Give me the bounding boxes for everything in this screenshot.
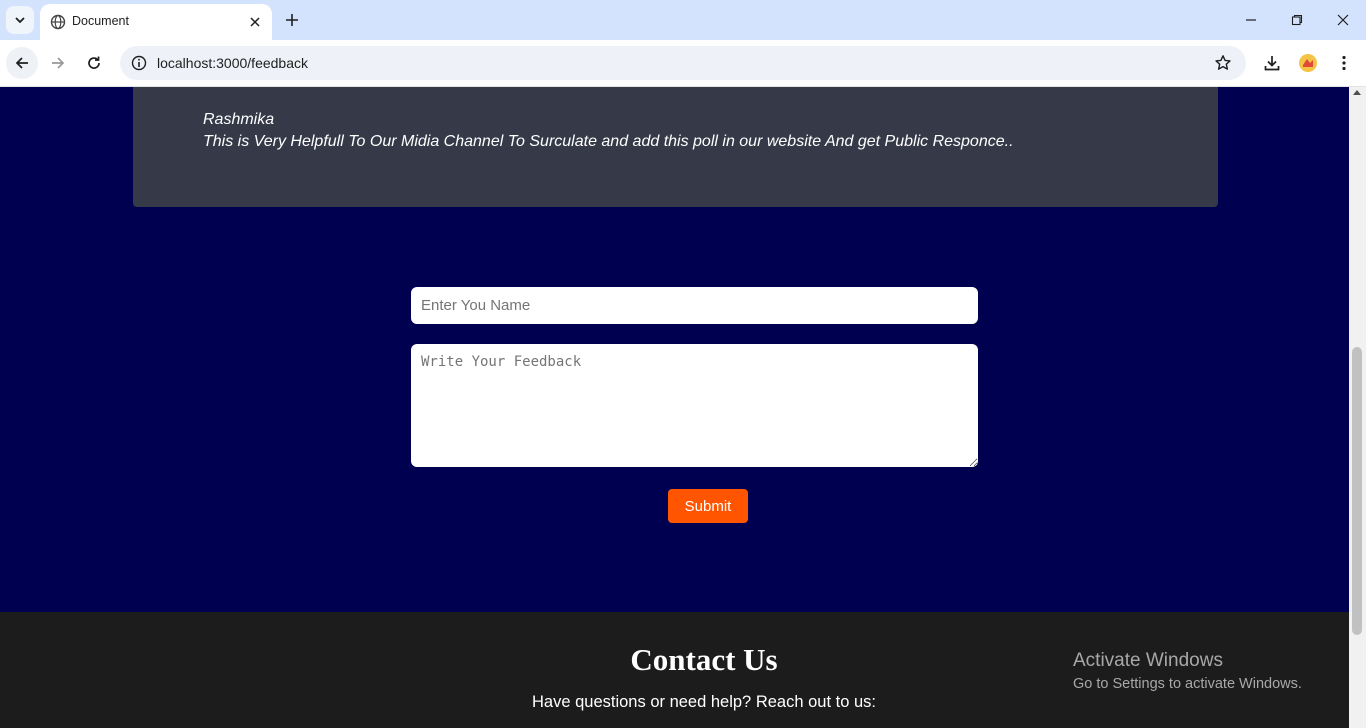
globe-icon bbox=[50, 14, 66, 30]
info-icon bbox=[131, 55, 147, 71]
browser-menu-button[interactable] bbox=[1331, 50, 1357, 76]
browser-tab[interactable]: Document bbox=[40, 4, 272, 40]
arrow-left-icon bbox=[15, 57, 28, 69]
tab-title: Document bbox=[72, 14, 129, 28]
download-icon bbox=[1264, 56, 1280, 71]
tab-strip: Document bbox=[0, 0, 1366, 40]
minimize-icon bbox=[1246, 19, 1256, 21]
url-text: localhost:3000/feedback bbox=[157, 55, 308, 71]
reload-button[interactable] bbox=[78, 47, 110, 79]
close-icon bbox=[1337, 14, 1349, 26]
profile-button[interactable] bbox=[1295, 50, 1321, 76]
address-bar[interactable]: localhost:3000/feedback bbox=[120, 46, 1246, 80]
contact-subtitle: Have questions or need help? Reach out t… bbox=[532, 693, 876, 711]
restore-icon bbox=[1291, 14, 1303, 26]
tab-close-button[interactable] bbox=[246, 13, 264, 31]
back-button[interactable] bbox=[6, 47, 38, 79]
forward-button[interactable] bbox=[42, 47, 74, 79]
close-icon bbox=[250, 17, 260, 27]
reload-icon bbox=[88, 56, 100, 69]
plus-icon bbox=[286, 14, 298, 26]
site-info-button[interactable] bbox=[128, 52, 150, 74]
feedback-author: Rashmika bbox=[203, 111, 275, 128]
close-window-button[interactable] bbox=[1320, 0, 1366, 40]
feedback-text: This is Very Helpfull To Our Midia Chann… bbox=[203, 133, 1014, 150]
new-tab-button[interactable] bbox=[280, 8, 304, 32]
star-icon bbox=[1215, 55, 1231, 70]
scrollbar-thumb[interactable] bbox=[1352, 347, 1362, 635]
restore-button[interactable] bbox=[1274, 0, 1320, 40]
minimize-button[interactable] bbox=[1228, 0, 1274, 40]
more-vertical-icon bbox=[1342, 55, 1346, 71]
scroll-up-arrow-icon[interactable] bbox=[1353, 90, 1361, 95]
watermark-subtitle: Go to Settings to activate Windows. bbox=[1073, 676, 1302, 692]
feedback-textarea[interactable] bbox=[411, 344, 978, 467]
name-input[interactable] bbox=[411, 287, 978, 324]
page-content: Rashmika This is Very Helpfull To Our Mi… bbox=[0, 87, 1349, 728]
tab-search-button[interactable] bbox=[6, 6, 34, 34]
feedback-card: Rashmika This is Very Helpfull To Our Mi… bbox=[133, 87, 1218, 207]
watermark-title: Activate Windows bbox=[1073, 650, 1223, 671]
vertical-scrollbar[interactable] bbox=[1349, 87, 1366, 728]
submit-button[interactable]: Submit bbox=[668, 489, 748, 523]
browser-toolbar: localhost:3000/feedback bbox=[0, 40, 1366, 87]
downloads-button[interactable] bbox=[1259, 50, 1285, 76]
chevron-down-icon bbox=[15, 17, 25, 24]
avatar bbox=[1299, 54, 1317, 72]
windows-activation-watermark: Activate Windows Go to Settings to activ… bbox=[1073, 650, 1302, 692]
arrow-right-icon bbox=[52, 57, 65, 69]
bookmark-button[interactable] bbox=[1212, 52, 1234, 74]
